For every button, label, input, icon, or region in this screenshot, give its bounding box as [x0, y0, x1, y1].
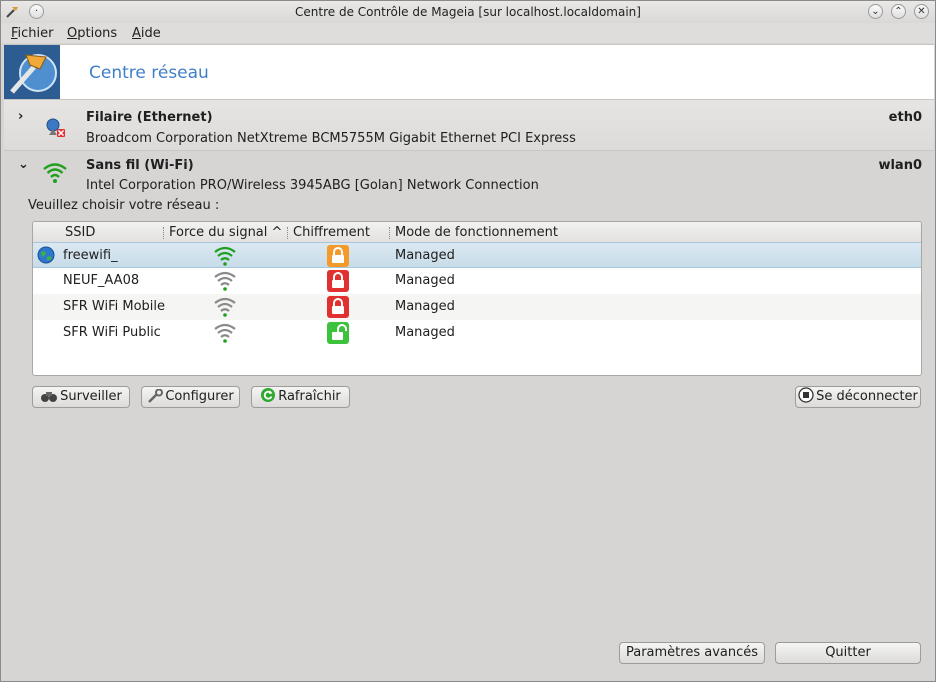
column-separator	[163, 227, 165, 239]
wifi-name: Sans fil (Wi-Fi)	[86, 158, 194, 173]
monitor-button-label: Surveiller	[60, 389, 122, 404]
ethernet-name: Filaire (Ethernet)	[86, 110, 213, 125]
ssid-cell: NEUF_AA08	[63, 273, 140, 288]
choose-network-label: Veuillez choisir votre réseau :	[28, 198, 220, 213]
wifi-section[interactable]: ⌄ Sans fil (Wi-Fi) Intel Corporation PRO…	[4, 151, 934, 197]
ssid-cell: freewifi_	[63, 248, 118, 263]
ssid-cell: SFR WiFi Mobile	[63, 299, 165, 314]
banner: Centre réseau	[4, 44, 934, 100]
ssid-cell: SFR WiFi Public	[63, 325, 161, 340]
ethernet-interface: eth0	[888, 110, 922, 125]
mode-cell: Managed	[395, 248, 455, 263]
close-button[interactable]: ✕	[914, 4, 929, 19]
wifi-signal-weak-icon	[214, 297, 236, 317]
table-row[interactable]: NEUF_AA08 Managed	[33, 268, 921, 294]
menu-fichier[interactable]: Fichier	[11, 26, 54, 41]
configure-button[interactable]: Configurer	[141, 386, 240, 408]
networks-table[interactable]: SSID Force du signal ^ Chiffrement Mode …	[32, 221, 922, 376]
table-row[interactable]: SFR WiFi Mobile Managed	[33, 294, 921, 320]
menu-aide-label: ide	[140, 26, 161, 41]
expand-chevron-icon[interactable]: ›	[18, 109, 23, 124]
table-row[interactable]: freewifi_ Managed	[33, 242, 921, 268]
ethernet-description: Broadcom Corporation NetXtreme BCM5755M …	[86, 131, 576, 146]
lock-orange-icon	[327, 245, 349, 267]
title-bar[interactable]: · Centre de Contrôle de Mageia [sur loca…	[1, 1, 935, 24]
lock-open-green-icon	[327, 322, 349, 344]
menu-options[interactable]: Options	[67, 26, 117, 41]
mode-cell: Managed	[395, 273, 455, 288]
menu-aide-mnemonic: A	[132, 26, 141, 41]
column-separator	[389, 227, 391, 239]
disconnect-button[interactable]: Se déconnecter	[795, 386, 921, 408]
menu-bar: Fichier Options Aide	[1, 23, 935, 43]
wifi-interface: wlan0	[878, 158, 922, 173]
column-header-encryption[interactable]: Chiffrement	[293, 225, 370, 240]
connected-globe-icon	[37, 246, 55, 264]
column-header-signal[interactable]: Force du signal ^	[169, 225, 282, 240]
column-header-signal-label: Force du signal	[169, 225, 268, 240]
refresh-button-label: Rafraîchir	[278, 389, 341, 404]
window-title: Centre de Contrôle de Mageia [sur localh…	[295, 5, 641, 19]
menu-options-mnemonic: O	[67, 26, 78, 41]
mode-cell: Managed	[395, 299, 455, 314]
wifi-signal-weak-icon	[214, 271, 236, 291]
column-header-ssid[interactable]: SSID	[65, 225, 95, 240]
mode-cell: Managed	[395, 325, 455, 340]
ethernet-section[interactable]: › Filaire (Ethernet) Broadcom Corporatio…	[4, 100, 934, 151]
shade-button[interactable]: ⌄	[868, 4, 883, 19]
refresh-icon	[261, 388, 276, 402]
wifi-signal-icon	[43, 163, 67, 183]
menu-options-label: ptions	[77, 26, 118, 41]
menu-fichier-label: ichier	[17, 26, 54, 41]
main-window: · Centre de Contrôle de Mageia [sur loca…	[0, 0, 936, 682]
table-header: SSID Force du signal ^ Chiffrement Mode …	[33, 222, 921, 243]
maximize-button[interactable]: ⌃	[891, 4, 906, 19]
refresh-button[interactable]: Rafraîchir	[251, 386, 350, 408]
column-separator	[287, 227, 289, 239]
wifi-signal-weak-icon	[214, 323, 236, 343]
ethernet-disconnected-icon	[46, 118, 65, 137]
advanced-settings-button[interactable]: Paramètres avancés	[619, 642, 765, 664]
wrench-icon	[148, 389, 164, 403]
disconnect-button-label: Se déconnecter	[816, 389, 918, 404]
quit-button[interactable]: Quitter	[775, 642, 921, 664]
sort-ascending-icon: ^	[271, 225, 283, 240]
network-center-logo	[4, 45, 60, 99]
lock-red-icon	[327, 270, 349, 292]
wifi-description: Intel Corporation PRO/Wireless 3945ABG […	[86, 178, 539, 193]
binoculars-icon	[41, 392, 58, 402]
table-row[interactable]: SFR WiFi Public Managed	[33, 320, 921, 346]
page-title: Centre réseau	[89, 63, 209, 83]
collapse-chevron-icon[interactable]: ⌄	[18, 157, 29, 172]
wifi-signal-strong-icon	[214, 246, 236, 266]
lock-red-icon	[327, 296, 349, 318]
hammer-globe-icon	[4, 45, 60, 99]
stop-icon	[798, 387, 814, 403]
monitor-button[interactable]: Surveiller	[32, 386, 130, 408]
configure-button-label: Configurer	[165, 389, 234, 404]
column-header-mode[interactable]: Mode de fonctionnement	[395, 225, 558, 240]
menu-aide[interactable]: Aide	[132, 26, 161, 41]
